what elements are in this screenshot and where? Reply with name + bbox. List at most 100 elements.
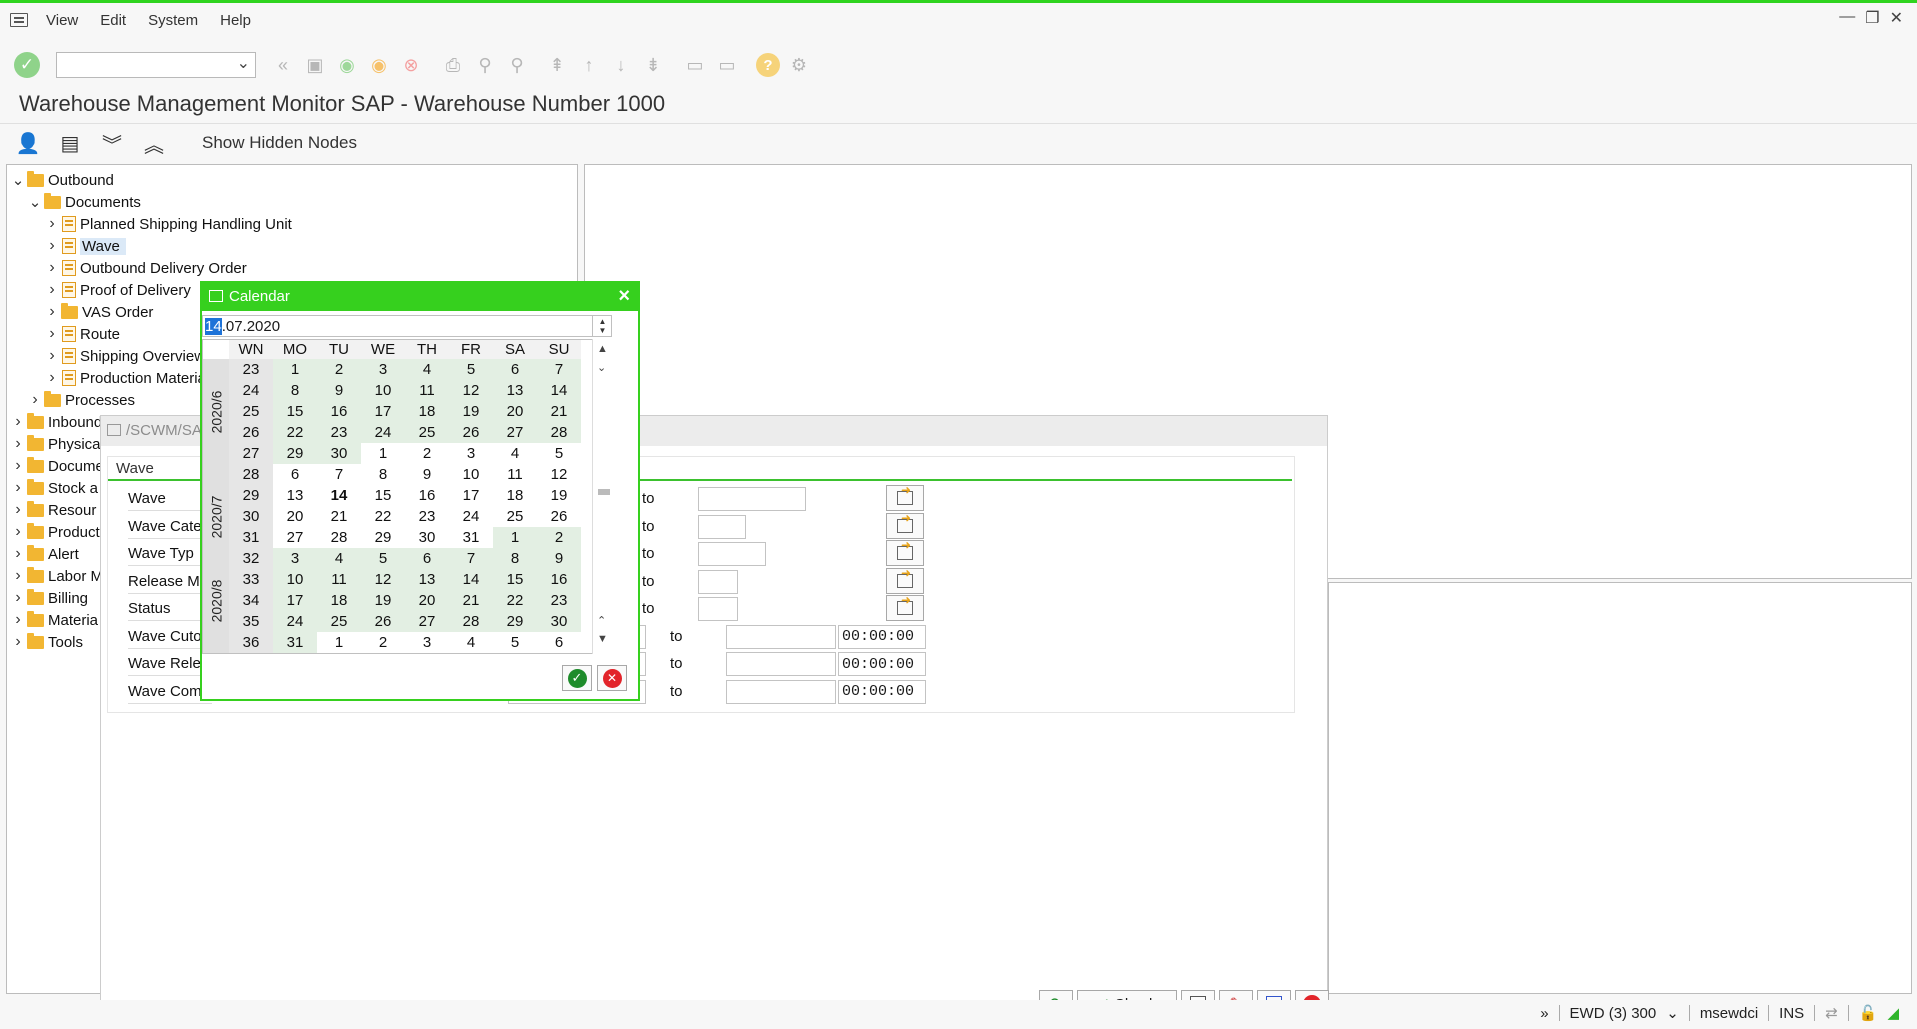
calendar-day[interactable]: 3 [361,359,405,380]
menu-view[interactable]: View [46,12,78,29]
chevron-right-icon[interactable]: › [45,347,59,365]
calendar-day[interactable]: 27 [405,611,449,632]
calendar-day[interactable]: 24 [361,422,405,443]
calendar-day[interactable]: 19 [361,590,405,611]
calendar-day[interactable]: 14 [449,569,493,590]
tree-item[interactable]: › Docume [11,455,104,477]
week-number[interactable]: 29 [229,485,273,506]
tree-item[interactable]: › Materia [11,609,98,631]
chevron-right-icon[interactable]: › [11,523,25,541]
week-number[interactable]: 33 [229,569,273,590]
tree-item[interactable]: › Product [11,521,100,543]
calendar-cancel-button[interactable]: ✕ [597,665,627,691]
calendar-day[interactable]: 11 [317,569,361,590]
calendar-day[interactable]: 5 [449,359,493,380]
status-expand-icon[interactable]: » [1540,1005,1548,1022]
calendar-day[interactable]: 8 [493,548,537,569]
calendar-day[interactable]: 1 [361,443,405,464]
calendar-day[interactable]: 14 [537,380,581,401]
tree-item[interactable]: ⌄ Outbound [11,169,114,191]
tree-item[interactable]: › Physica [11,433,101,455]
multiple-selection-button[interactable] [886,538,924,566]
chevron-right-icon[interactable]: › [45,325,59,343]
chevron-right-icon[interactable]: › [11,545,25,563]
calendar-day[interactable]: 18 [317,590,361,611]
to-value-input[interactable] [698,487,806,511]
calendar-day[interactable]: 5 [493,632,537,653]
calendar-day[interactable]: 2 [537,527,581,548]
calendar-day[interactable]: 26 [449,422,493,443]
calendar-day[interactable]: 10 [449,464,493,485]
calendar-day[interactable]: 9 [405,464,449,485]
menu-help[interactable]: Help [220,12,251,29]
calendar-day[interactable]: 17 [449,485,493,506]
calendar-day[interactable]: 2 [317,359,361,380]
calendar-day[interactable]: 23 [405,506,449,527]
calendar-day[interactable]: 7 [537,359,581,380]
spin-down-icon[interactable]: ▼ [599,326,607,335]
calendar-day[interactable]: 15 [493,569,537,590]
calendar-day[interactable]: 6 [405,548,449,569]
calendar-day[interactable]: 9 [317,380,361,401]
help-icon[interactable]: ? [756,53,780,77]
calendar-day[interactable]: 27 [273,527,317,548]
calendar-day[interactable]: 13 [405,569,449,590]
calendar-day[interactable]: 9 [537,548,581,569]
next-page-icon[interactable]: ↓ [608,52,634,78]
calendar-day[interactable]: 26 [361,611,405,632]
calendar-day[interactable]: 25 [405,422,449,443]
print-icon[interactable]: ⎙ [440,52,466,78]
calendar-day[interactable]: 28 [537,422,581,443]
to-time-input[interactable]: 00:00:00 [838,679,926,704]
last-page-icon[interactable]: ⇟ [640,52,666,78]
scroll-down-icon[interactable]: ▼ [597,633,608,645]
maximize-icon[interactable]: ❐ [1865,8,1879,28]
week-number[interactable]: 35 [229,611,273,632]
expand-all-icon[interactable]: ︾ [98,129,126,157]
multiple-selection-button[interactable] [886,511,924,539]
chevron-right-icon[interactable]: › [11,479,25,497]
save-icon[interactable]: ▣ [302,52,328,78]
calendar-day[interactable]: 27 [493,422,537,443]
calendar-day[interactable]: 23 [537,590,581,611]
chevron-right-icon[interactable]: › [45,237,59,255]
chevron-right-icon[interactable]: › [45,303,59,321]
calendar-day[interactable]: 16 [405,485,449,506]
chevron-right-icon[interactable]: › [11,413,25,431]
to-date-input[interactable] [726,624,836,649]
calendar-day[interactable]: 5 [537,443,581,464]
tree-item[interactable]: › Proof of Delivery [45,279,191,301]
calendar-day[interactable]: 15 [273,401,317,422]
calendar-day[interactable]: 19 [449,401,493,422]
calendar-day[interactable]: 22 [493,590,537,611]
week-number[interactable]: 24 [229,380,273,401]
back-icon[interactable]: ◉ [334,52,360,78]
to-time-input[interactable]: 00:00:00 [838,652,926,676]
chevron-right-icon[interactable]: › [45,281,59,299]
tree-item[interactable]: › Wave [45,235,126,257]
calendar-day[interactable]: 12 [537,464,581,485]
calendar-day[interactable]: 19 [537,485,581,506]
calendar-day[interactable]: 4 [449,632,493,653]
week-number[interactable]: 25 [229,401,273,422]
chevron-right-icon[interactable]: › [11,501,25,519]
chevron-down-icon[interactable]: ⌄ [11,171,25,189]
lock-icon[interactable]: 🔓 [1859,1004,1878,1022]
tree-item[interactable]: › Outbound Delivery Order [45,257,246,279]
shortcut-icon[interactable]: ▭ [714,52,740,78]
week-number[interactable]: 28 [229,464,273,485]
menu-edit[interactable]: Edit [100,12,126,29]
tree-item[interactable]: › Production Materia [45,367,206,389]
calendar-day[interactable]: 14 [317,485,361,506]
calendar-day[interactable]: 4 [405,359,449,380]
scroll-up-icon[interactable]: ▲ [597,343,608,355]
calendar-day[interactable]: 31 [273,632,317,653]
tree-item[interactable]: › Alert [11,543,79,565]
calendar-day[interactable]: 8 [361,464,405,485]
minimize-icon[interactable]: — [1839,8,1855,28]
input-mode[interactable]: INS [1779,1005,1804,1022]
calendar-day[interactable]: 28 [317,527,361,548]
multiple-selection-button[interactable] [886,483,924,511]
calendar-day[interactable]: 3 [449,443,493,464]
command-field[interactable] [56,52,256,78]
